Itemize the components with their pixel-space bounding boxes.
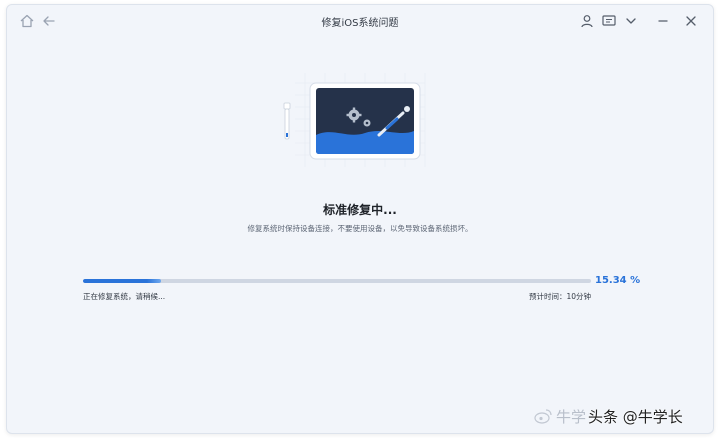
- feedback-icon[interactable]: [601, 13, 617, 29]
- screwdriver-icon: [283, 102, 291, 140]
- progress-percent: 15.34 %: [595, 275, 641, 286]
- progress-bar: [83, 279, 591, 283]
- repair-description: 修复系统时保持设备连接，不要使用设备，以免导致设备系统损坏。: [247, 224, 473, 233]
- progress-bar-fill: [83, 279, 161, 283]
- estimated-time: 预计时间：10分钟: [529, 291, 591, 302]
- repair-heading: 标准修复中...: [323, 203, 397, 217]
- app-window: 修复iOS系统问题 标准修复中... 修复系统时保持设备连接，不要使用设备，以免…: [6, 4, 714, 434]
- close-icon[interactable]: [683, 13, 699, 29]
- watermark: 牛学 头条 @牛学长: [534, 404, 683, 428]
- minimize-icon[interactable]: [655, 13, 671, 29]
- watermark-faint-text: 牛学: [556, 407, 587, 426]
- repair-illustration: [283, 73, 426, 167]
- estimated-time-value: 10分钟: [566, 292, 592, 301]
- estimated-time-label: 预计时间：: [529, 292, 567, 301]
- chevron-down-icon[interactable]: [623, 13, 639, 29]
- watermark-text: 头条 @牛学长: [588, 407, 683, 426]
- title-bar: 修复iOS系统问题: [7, 5, 713, 37]
- user-icon[interactable]: [579, 13, 595, 29]
- weibo-logo-icon: [534, 409, 552, 424]
- progress-status: 正在修复系统，请稍候...: [83, 292, 166, 301]
